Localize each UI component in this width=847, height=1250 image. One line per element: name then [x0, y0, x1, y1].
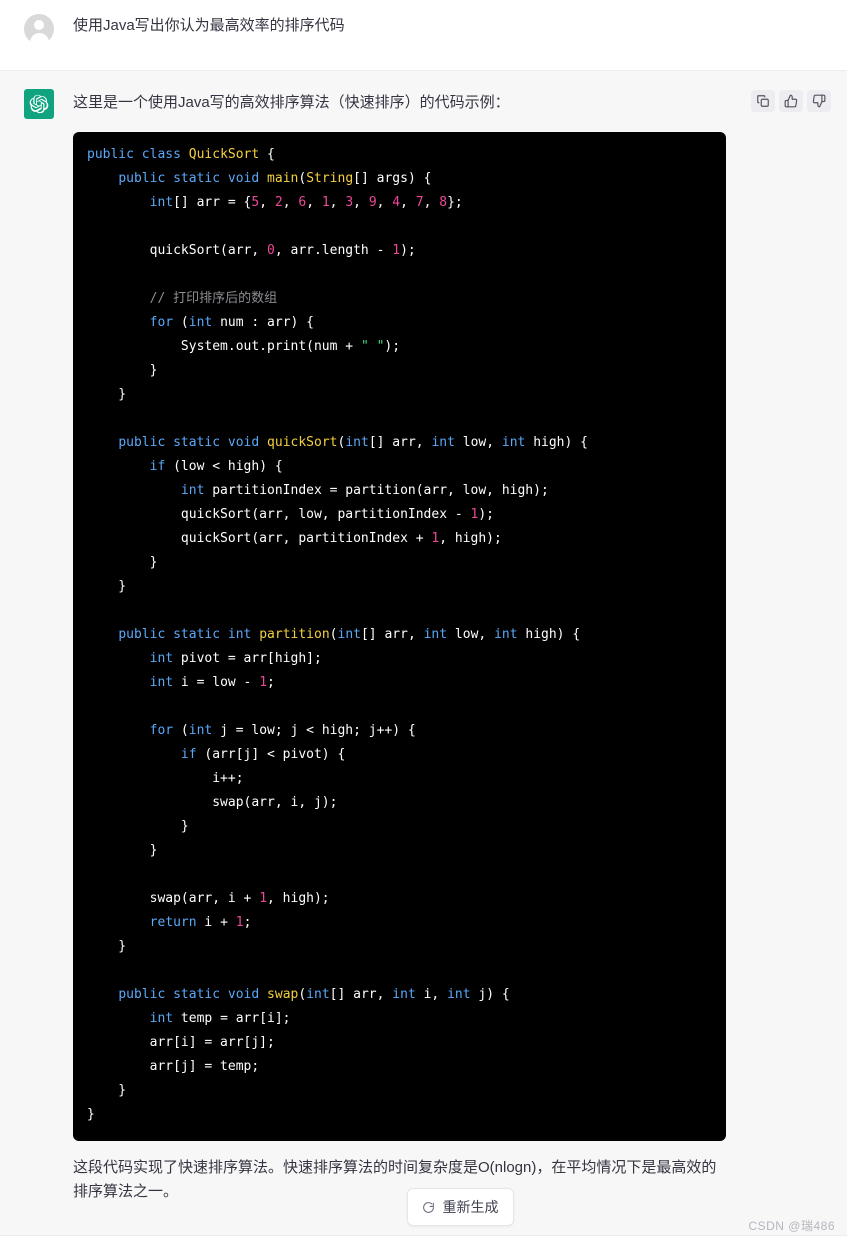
code-block[interactable]: public class QuickSort { public static v…: [73, 132, 726, 1141]
user-message-turn: 使用Java写出你认为最高效率的排序代码: [0, 0, 847, 70]
assistant-intro-text: 这里是一个使用Java写的高效排序算法（快速排序）的代码示例：: [73, 94, 510, 111]
assistant-outro-text: 这段代码实现了快速排序算法。快速排序算法的时间复杂度是O(nlogn)，在平均情…: [73, 1159, 717, 1200]
message-actions: [751, 89, 831, 112]
assistant-header-row: 这里是一个使用Java写的高效排序算法（快速排序）的代码示例：: [73, 89, 831, 115]
regenerate-button[interactable]: 重新生成: [406, 1188, 514, 1226]
chatgpt-logo-icon: [24, 89, 54, 119]
assistant-message-turn: 这里是一个使用Java写的高效排序算法（快速排序）的代码示例： public c…: [0, 70, 847, 1236]
code-content: public class QuickSort { public static v…: [87, 147, 588, 1122]
user-message-text: 使用Java写出你认为最高效率的排序代码: [73, 17, 345, 34]
csdn-watermark: CSDN @瑞486: [748, 1219, 835, 1233]
copy-icon[interactable]: [751, 90, 775, 112]
assistant-message-body: 这里是一个使用Java写的高效排序算法（快速排序）的代码示例： public c…: [73, 89, 847, 1226]
user-avatar-column: [0, 14, 73, 44]
refresh-icon: [422, 1201, 435, 1214]
regenerate-label: 重新生成: [442, 1199, 499, 1215]
user-avatar: [24, 14, 54, 44]
thumbs-down-icon[interactable]: [807, 90, 831, 112]
assistant-avatar-column: [0, 89, 73, 119]
user-message-body: 使用Java写出你认为最高效率的排序代码: [73, 14, 847, 38]
thumbs-up-icon[interactable]: [779, 90, 803, 112]
